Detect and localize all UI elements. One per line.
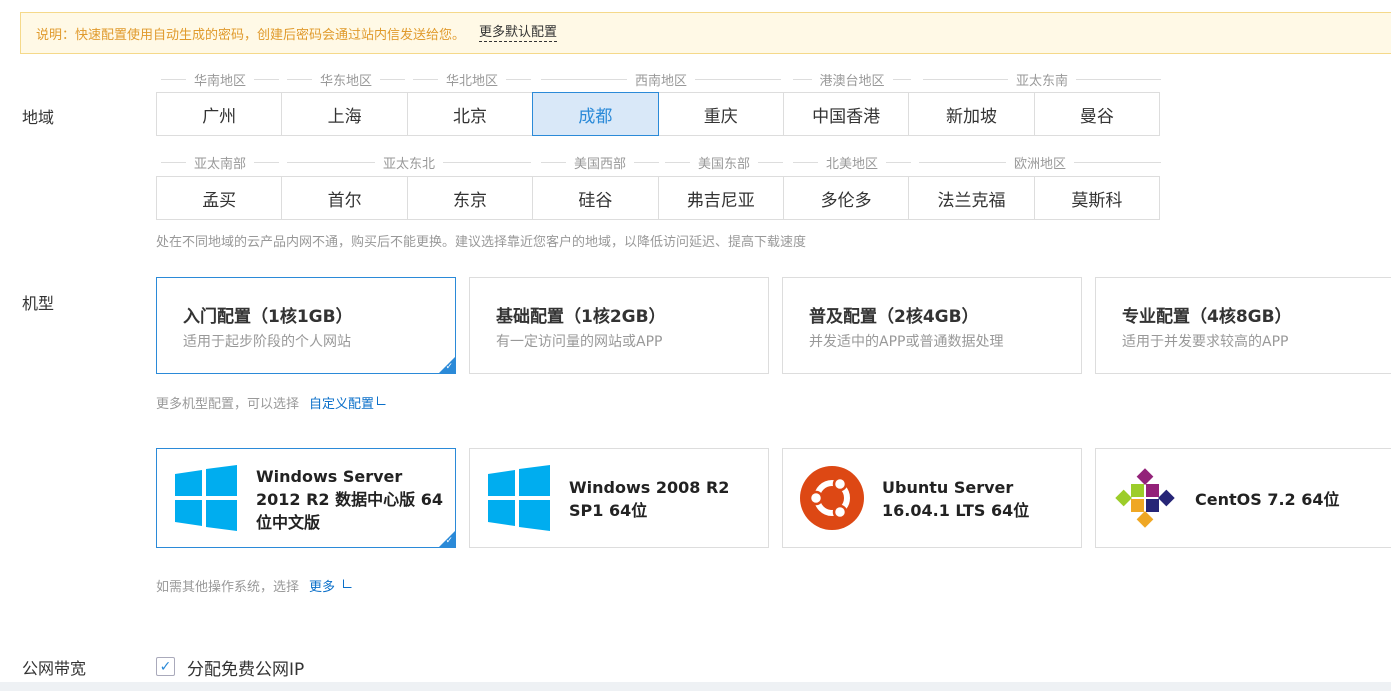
region-group: 华东地区	[287, 71, 406, 89]
region-tokyo[interactable]: 东京	[406, 176, 534, 220]
ubuntu-icon	[800, 466, 864, 530]
config-title: 专业配置（4核8GB）	[1122, 307, 1292, 327]
config-cards: 入门配置（1核1GB） 适用于起步阶段的个人网站 ✓ 基础配置（1核2GB） 有…	[156, 277, 1391, 374]
region-group: 欧洲地区	[919, 154, 1162, 172]
config-desc: 适用于并发要求较高的APP	[1122, 334, 1289, 350]
check-icon: ✓	[159, 658, 172, 675]
config-desc: 并发适中的APP或普通数据处理	[809, 334, 1004, 350]
config-card-basic[interactable]: 基础配置（1核2GB） 有一定访问量的网站或APP	[469, 277, 769, 374]
region-toronto[interactable]: 多伦多	[782, 176, 910, 220]
free-public-ip-checkbox[interactable]: ✓	[156, 657, 175, 676]
region-group: 美国东部	[665, 154, 784, 172]
config-desc: 有一定访问量的网站或APP	[496, 334, 663, 350]
region-group: 亚太东北	[287, 154, 532, 172]
region-row-1: 广州 上海 北京 成都 重庆 中国香港 新加坡 曼谷	[156, 92, 1161, 136]
region-bangkok[interactable]: 曼谷	[1033, 92, 1161, 136]
region-group: 西南地区	[541, 71, 782, 89]
region-seoul[interactable]: 首尔	[281, 176, 408, 220]
os-card-centos[interactable]: CentOS 7.2 64位	[1095, 448, 1391, 548]
region-group-row-2: 亚太南部 亚太东北 美国西部 美国东部 北美地区 欧洲地区	[157, 154, 1162, 172]
os-name: CentOS 7.2 64位	[1195, 489, 1340, 509]
windows-icon	[175, 465, 237, 531]
region-moscow[interactable]: 莫斯科	[1033, 176, 1161, 220]
os-name: Windows Server 2012 R2 数据中心版 64位中文版	[256, 466, 443, 532]
region-hint: 处在不同地域的云产品内网不通，购买后不能更换。建议选择靠近您客户的地域，以降低访…	[156, 235, 807, 250]
custom-config-link[interactable]: 自定义配置	[309, 396, 387, 412]
more-os-link[interactable]: 更多	[309, 579, 353, 595]
external-link-icon	[377, 396, 387, 405]
region-group-row-1: 华南地区 华东地区 华北地区 西南地区 港澳台地区 亚太东南	[157, 71, 1162, 89]
notice-text: 说明：快速配置使用自动生成的密码，创建后密码会通过站内信发送给您。	[36, 27, 466, 43]
config-title: 普及配置（2核4GB）	[809, 307, 979, 327]
config-title: 基础配置（1核2GB）	[496, 307, 666, 327]
config-desc: 适用于起步阶段的个人网站	[183, 334, 351, 350]
region-silicon-valley[interactable]: 硅谷	[532, 176, 659, 220]
region-group: 港澳台地区	[793, 71, 912, 89]
check-icon: ✓	[445, 362, 453, 372]
model-hint: 更多机型配置，可以选择 自定义配置	[156, 393, 387, 412]
region-frankfurt[interactable]: 法兰克福	[908, 176, 1035, 220]
region-virginia[interactable]: 弗吉尼亚	[657, 176, 784, 220]
centos-icon	[1112, 465, 1178, 531]
region-chengdu[interactable]: 成都	[532, 92, 659, 136]
model-hint-text: 更多机型配置，可以选择	[156, 397, 300, 412]
os-hint-text: 如需其他操作系统，选择	[156, 580, 300, 595]
region-group: 华南地区	[161, 71, 280, 89]
config-title: 入门配置（1核1GB）	[183, 307, 353, 327]
region-group: 华北地区	[413, 71, 532, 89]
os-name: Windows 2008 R2 SP1 64位	[569, 478, 730, 520]
os-card-ubuntu[interactable]: Ubuntu Server 16.04.1 LTS 64位	[782, 448, 1082, 548]
region-guangzhou[interactable]: 广州	[156, 92, 283, 136]
region-singapore[interactable]: 新加坡	[908, 92, 1035, 136]
region-row-2: 孟买 首尔 东京 硅谷 弗吉尼亚 多伦多 法兰克福 莫斯科	[156, 176, 1161, 220]
os-hint: 如需其他操作系统，选择 更多	[156, 576, 353, 595]
os-cards: Windows Server 2012 R2 数据中心版 64位中文版 ✓ Wi…	[156, 448, 1391, 548]
config-card-pro[interactable]: 专业配置（4核8GB） 适用于并发要求较高的APP	[1095, 277, 1391, 374]
windows-icon	[488, 465, 550, 531]
region-group: 亚太南部	[161, 154, 280, 172]
region-shanghai[interactable]: 上海	[281, 92, 408, 136]
region-chongqing[interactable]: 重庆	[657, 92, 784, 136]
notice-banner: 说明：快速配置使用自动生成的密码，创建后密码会通过站内信发送给您。 更多默认配置	[20, 12, 1391, 54]
model-label: 机型	[22, 294, 55, 313]
free-public-ip-label[interactable]: 分配免费公网IP	[187, 655, 304, 680]
os-card-win2012[interactable]: Windows Server 2012 R2 数据中心版 64位中文版 ✓	[156, 448, 456, 548]
more-default-config-link[interactable]: 更多默认配置	[479, 25, 558, 42]
config-card-entry[interactable]: 入门配置（1核1GB） 适用于起步阶段的个人网站 ✓	[156, 277, 456, 374]
external-link-icon	[343, 579, 353, 588]
region-mumbai[interactable]: 孟买	[156, 176, 283, 220]
region-group: 美国西部	[541, 154, 660, 172]
os-name: Ubuntu Server 16.04.1 LTS 64位	[882, 478, 1030, 520]
region-group: 北美地区	[793, 154, 912, 172]
bandwidth-label: 公网带宽	[22, 659, 87, 678]
check-icon: ✓	[445, 536, 453, 546]
region-label: 地域	[22, 108, 55, 127]
os-card-win2008[interactable]: Windows 2008 R2 SP1 64位	[469, 448, 769, 548]
region-group: 亚太东南	[923, 71, 1162, 89]
region-hongkong[interactable]: 中国香港	[782, 92, 910, 136]
bottom-divider	[0, 682, 1391, 691]
region-beijing[interactable]: 北京	[406, 92, 534, 136]
config-card-standard[interactable]: 普及配置（2核4GB） 并发适中的APP或普通数据处理	[782, 277, 1082, 374]
